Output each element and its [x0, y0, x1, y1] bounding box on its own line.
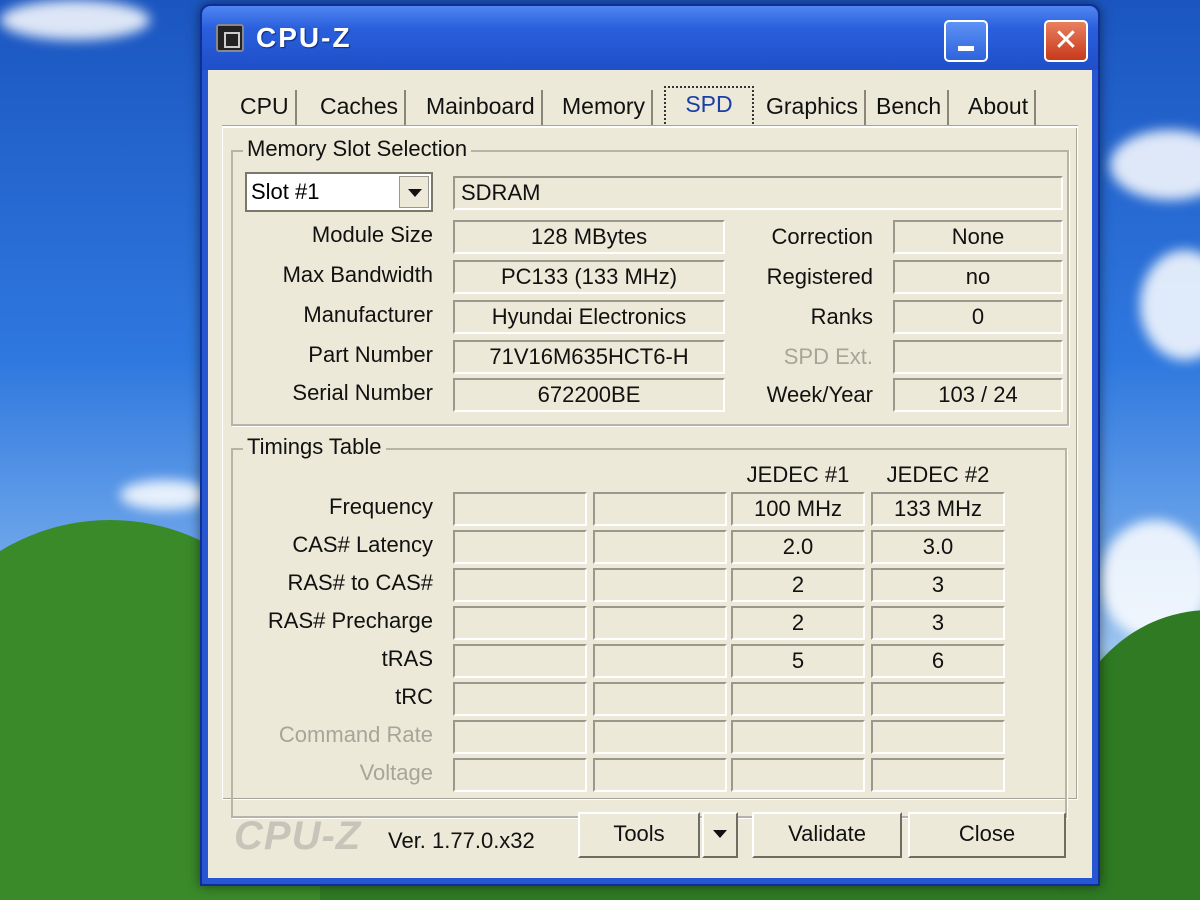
correction-label: Correction	[771, 224, 873, 249]
manufacturer-label: Manufacturer	[303, 302, 433, 327]
status-footer: CPU-Z Ver. 1.77.0.x32 Tools Validate Clo…	[222, 804, 1078, 872]
timing-cell: 133 MHz	[871, 492, 1005, 526]
max-bandwidth-label: Max Bandwidth	[282, 262, 433, 287]
timing-cell: 2	[731, 606, 865, 640]
tools-dropdown-arrow-icon[interactable]	[702, 812, 738, 858]
module-size-label: Module Size	[311, 222, 433, 247]
column-header-jedec-1: JEDEC #1	[746, 462, 850, 487]
minimize-button[interactable]	[944, 20, 988, 62]
registered-label: Registered	[766, 264, 873, 289]
group-title: Memory Slot Selection	[243, 136, 472, 162]
timing-cell	[453, 720, 587, 754]
timing-cell	[593, 606, 727, 640]
serial-number-label: Serial Number	[292, 380, 433, 405]
module-size-value: 128 MBytes	[453, 220, 725, 254]
spd-tab-panel: Memory Slot Selection Slot #1 SDRAM Modu…	[222, 128, 1078, 818]
timing-cell	[731, 720, 865, 754]
window-client-area: CPU Caches Mainboard Memory SPD Graphics…	[208, 70, 1092, 878]
timing-cell	[593, 644, 727, 678]
column-header-jedec-2: JEDEC #2	[886, 462, 990, 487]
max-bandwidth-value: PC133 (133 MHz)	[453, 260, 725, 294]
tab-bench[interactable]: Bench	[870, 90, 950, 126]
timing-cell	[871, 682, 1005, 716]
timing-row-label: CAS# Latency	[292, 532, 433, 557]
timing-row-label: Command Rate	[278, 722, 433, 747]
timing-row-label: RAS# to CAS#	[287, 570, 433, 595]
tab-caches[interactable]: Caches	[314, 90, 406, 126]
timing-cell	[453, 492, 587, 526]
ranks-value: 0	[893, 300, 1063, 334]
cpuz-brand-logo: CPU-Z	[234, 814, 362, 858]
timing-cell	[453, 682, 587, 716]
close-window-button[interactable]: ✕	[1044, 20, 1088, 62]
timing-cell: 2	[731, 568, 865, 602]
timing-cell	[453, 568, 587, 602]
cpuz-app-icon[interactable]	[216, 24, 244, 52]
cpuz-window: CPU-Z ✕ CPU Caches Mainboard Memory SPD …	[200, 4, 1100, 886]
version-label: Ver. 1.77.0.x32	[388, 828, 535, 853]
close-button[interactable]: Close	[908, 812, 1066, 858]
tab-bar: CPU Caches Mainboard Memory SPD Graphics…	[222, 84, 1072, 128]
timing-cell	[453, 644, 587, 678]
tools-button[interactable]: Tools	[578, 812, 700, 858]
slot-select[interactable]: Slot #1	[245, 172, 433, 212]
timing-row-label: RAS# Precharge	[267, 608, 433, 633]
tab-graphics[interactable]: Graphics	[760, 90, 867, 126]
timing-cell	[871, 758, 1005, 792]
timing-cell	[593, 568, 727, 602]
memory-type-field: SDRAM	[453, 176, 1063, 210]
title-bar[interactable]: CPU-Z ✕	[202, 6, 1098, 70]
timing-cell	[593, 682, 727, 716]
part-number-label: Part Number	[308, 342, 433, 367]
week-year-value: 103 / 24	[893, 378, 1063, 412]
timing-cell	[593, 492, 727, 526]
registered-value: no	[893, 260, 1063, 294]
timing-cell: 6	[871, 644, 1005, 678]
close-icon: ✕	[1053, 24, 1079, 57]
serial-number-value: 672200BE	[453, 378, 725, 412]
correction-value: None	[893, 220, 1063, 254]
window-title: CPU-Z	[256, 22, 352, 53]
timing-cell	[453, 606, 587, 640]
timings-table-group: Timings Table JEDEC #1 JEDEC #2 Frequenc…	[231, 434, 1067, 818]
week-year-label: Week/Year	[766, 382, 873, 407]
timing-row-label: Frequency	[329, 494, 433, 519]
timing-row-label: tRAS	[381, 646, 433, 671]
timing-cell	[731, 682, 865, 716]
validate-button[interactable]: Validate	[752, 812, 902, 858]
timing-cell: 5	[731, 644, 865, 678]
timing-row-label: tRC	[395, 684, 433, 709]
tab-about[interactable]: About	[962, 90, 1037, 126]
tab-spd[interactable]: SPD	[664, 86, 754, 128]
timing-cell	[593, 530, 727, 564]
chevron-down-icon[interactable]	[399, 176, 429, 208]
timing-cell	[731, 758, 865, 792]
timing-cell	[453, 758, 587, 792]
timing-row-label: Voltage	[359, 760, 433, 785]
manufacturer-value: Hyundai Electronics	[453, 300, 725, 334]
slot-select-value: Slot #1	[251, 179, 320, 204]
ranks-label: Ranks	[810, 304, 873, 329]
spd-ext-value	[893, 340, 1063, 374]
tab-memory[interactable]: Memory	[556, 90, 654, 126]
timing-cell	[453, 530, 587, 564]
timing-cell: 3	[871, 606, 1005, 640]
timing-cell	[871, 720, 1005, 754]
timing-cell	[593, 758, 727, 792]
timing-cell: 2.0	[731, 530, 865, 564]
timing-cell: 3	[871, 568, 1005, 602]
spd-ext-label: SPD Ext.	[783, 344, 873, 369]
memory-slot-selection-group: Memory Slot Selection Slot #1 SDRAM Modu…	[231, 136, 1069, 426]
tab-cpu[interactable]: CPU	[234, 90, 297, 126]
timing-cell: 100 MHz	[731, 492, 865, 526]
timing-cell: 3.0	[871, 530, 1005, 564]
group-title: Timings Table	[243, 434, 386, 460]
tab-mainboard[interactable]: Mainboard	[420, 90, 543, 126]
timing-cell	[593, 720, 727, 754]
part-number-value: 71V16M635HCT6-H	[453, 340, 725, 374]
